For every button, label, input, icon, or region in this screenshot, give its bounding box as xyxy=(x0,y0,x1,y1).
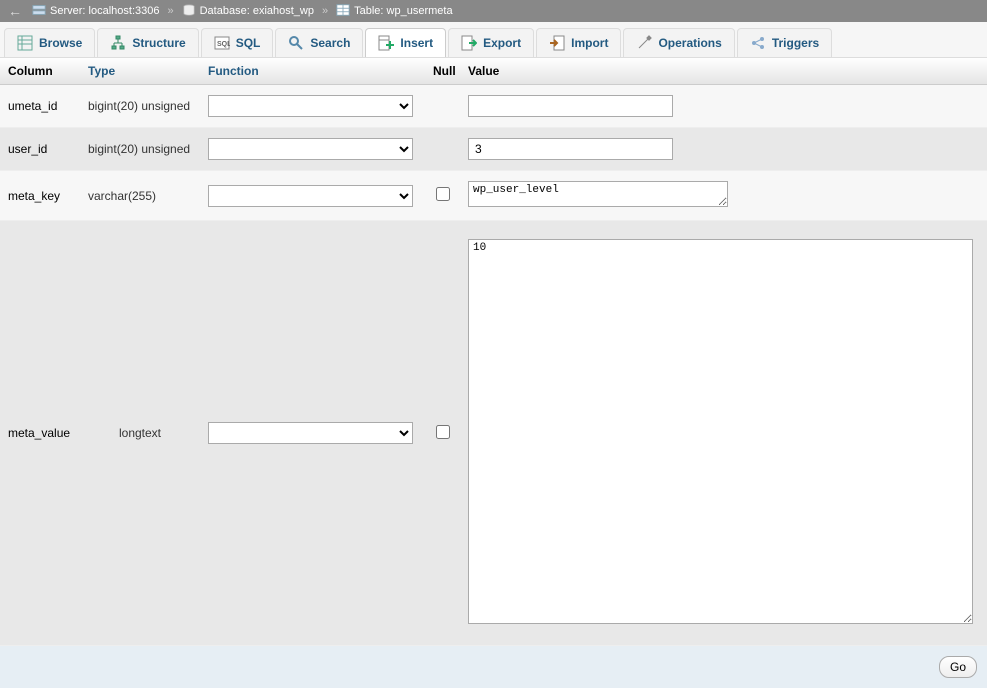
row-meta-key: meta_key varchar(255) xyxy=(0,171,987,221)
col-type-user-id: bigint(20) unsigned xyxy=(80,142,200,156)
value-input-user-id[interactable] xyxy=(468,138,673,160)
function-select-umeta-id[interactable] xyxy=(208,95,413,117)
tab-triggers[interactable]: Triggers xyxy=(737,28,832,57)
breadcrumb-database[interactable]: Database: exiahost_wp xyxy=(200,5,314,17)
tab-insert-label: Insert xyxy=(400,36,433,50)
header-function: Function xyxy=(200,64,425,78)
breadcrumb-server[interactable]: Server: localhost:3306 xyxy=(50,5,159,17)
col-type-meta-value: longtext xyxy=(80,426,200,440)
header-value: Value xyxy=(460,64,987,78)
browse-icon xyxy=(17,35,33,51)
tab-structure[interactable]: Structure xyxy=(97,28,198,57)
tab-browse[interactable]: Browse xyxy=(4,28,95,57)
table-icon xyxy=(336,3,350,20)
function-select-meta-key[interactable] xyxy=(208,185,413,207)
value-textarea-meta-key[interactable] xyxy=(468,181,728,207)
go-button[interactable]: Go xyxy=(939,656,977,678)
col-type-umeta-id: bigint(20) unsigned xyxy=(80,99,200,113)
tab-sql[interactable]: SQL SQL xyxy=(201,28,274,57)
row-user-id: user_id bigint(20) unsigned xyxy=(0,128,987,171)
col-name-user-id: user_id xyxy=(0,142,80,156)
col-name-umeta-id: umeta_id xyxy=(0,99,80,113)
tab-import-label: Import xyxy=(571,36,608,50)
insert-icon xyxy=(378,35,394,51)
header-type: Type xyxy=(80,64,200,78)
null-checkbox-meta-key[interactable] xyxy=(436,187,450,201)
tab-export-label: Export xyxy=(483,36,521,50)
export-icon xyxy=(461,35,477,51)
tab-insert[interactable]: Insert xyxy=(365,28,446,57)
tab-import[interactable]: Import xyxy=(536,28,621,57)
null-checkbox-meta-value[interactable] xyxy=(436,425,450,439)
structure-icon xyxy=(110,35,126,51)
function-select-user-id[interactable] xyxy=(208,138,413,160)
value-input-umeta-id[interactable] xyxy=(468,95,673,117)
tab-operations[interactable]: Operations xyxy=(623,28,734,57)
breadcrumb-sep-2: » xyxy=(322,5,328,17)
svg-text:SQL: SQL xyxy=(217,41,230,48)
server-icon xyxy=(32,3,46,20)
search-icon xyxy=(288,35,304,51)
tab-search[interactable]: Search xyxy=(275,28,363,57)
tab-sql-label: SQL xyxy=(236,36,261,50)
tab-export[interactable]: Export xyxy=(448,28,534,57)
breadcrumb-table[interactable]: Table: wp_usermeta xyxy=(354,5,452,17)
import-icon xyxy=(549,35,565,51)
tab-structure-label: Structure xyxy=(132,36,185,50)
col-name-meta-value: meta_value xyxy=(0,426,80,440)
tab-operations-label: Operations xyxy=(658,36,721,50)
sql-icon: SQL xyxy=(214,35,230,51)
operations-icon xyxy=(636,35,652,51)
tab-search-label: Search xyxy=(310,36,350,50)
database-icon xyxy=(182,3,196,20)
value-textarea-meta-value[interactable] xyxy=(468,239,973,624)
tabs-bar: Browse Structure SQL SQL Search Insert E… xyxy=(0,22,987,58)
row-meta-value: meta_value longtext xyxy=(0,221,987,646)
breadcrumb: ← Server: localhost:3306 » Database: exi… xyxy=(0,0,987,22)
header-column: Column xyxy=(0,64,80,78)
header-null: Null xyxy=(425,64,460,78)
triggers-icon xyxy=(750,35,766,51)
col-type-meta-key: varchar(255) xyxy=(80,189,200,203)
tab-triggers-label: Triggers xyxy=(772,36,819,50)
footer: Go xyxy=(0,646,987,688)
back-arrow-icon[interactable]: ← xyxy=(8,3,22,19)
table-header: Column Type Function Null Value xyxy=(0,58,987,85)
col-name-meta-key: meta_key xyxy=(0,189,80,203)
tab-browse-label: Browse xyxy=(39,36,82,50)
breadcrumb-sep-1: » xyxy=(167,5,173,17)
row-umeta-id: umeta_id bigint(20) unsigned xyxy=(0,85,987,128)
function-select-meta-value[interactable] xyxy=(208,422,413,444)
